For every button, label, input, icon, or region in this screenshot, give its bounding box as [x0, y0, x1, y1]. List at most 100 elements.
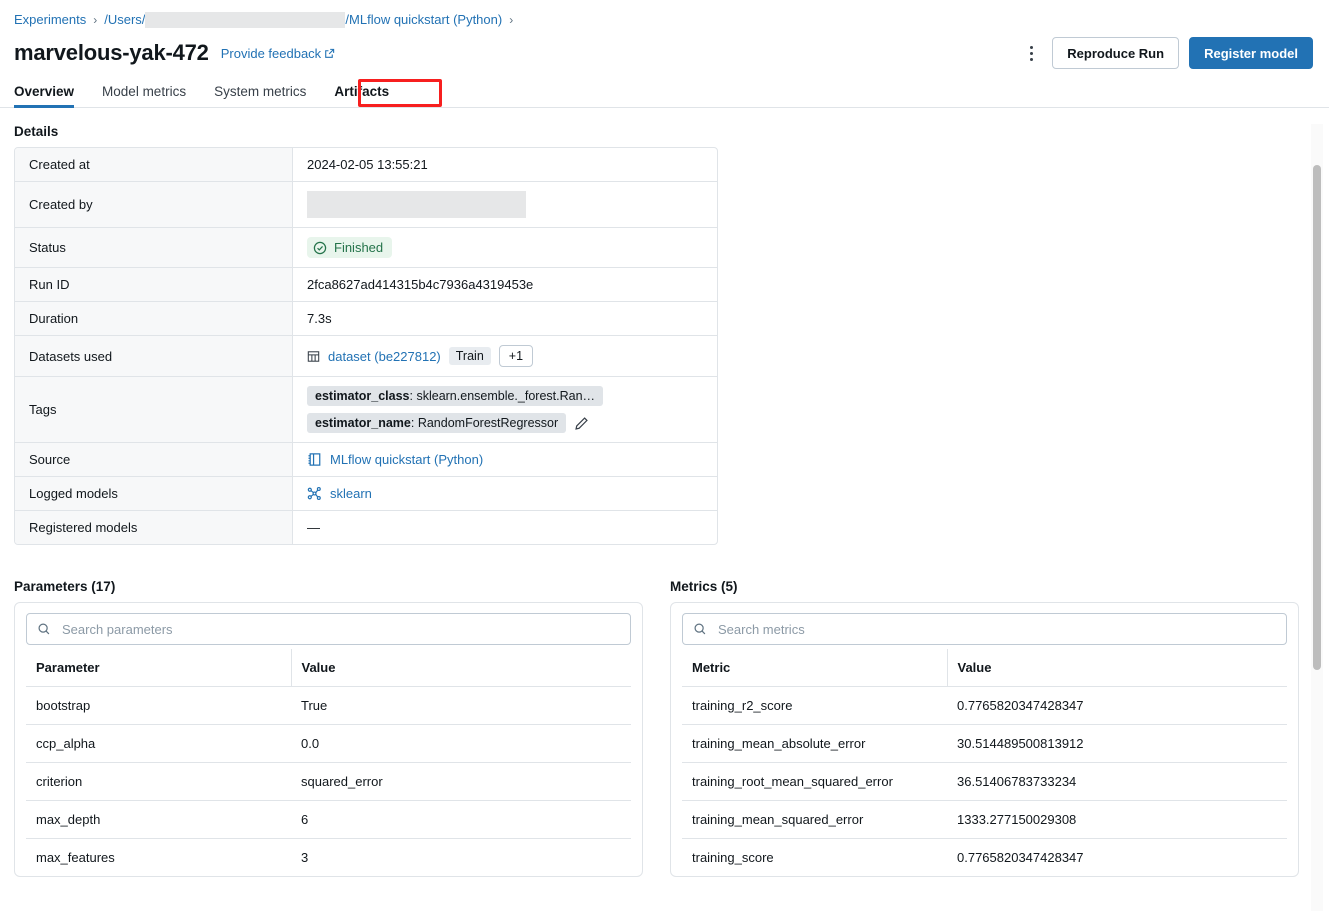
page-title: marvelous-yak-472: [14, 40, 209, 65]
tag-row-estimator-name: estimator_name: RandomForestRegressor: [307, 413, 703, 433]
details-label-created-at: Created at: [15, 148, 293, 182]
details-label-datasets: Datasets used: [15, 336, 293, 377]
parameters-search-box[interactable]: [26, 613, 631, 645]
parameter-value: 0.0: [291, 724, 631, 763]
table-row: Logged models sklearn: [15, 477, 717, 511]
redacted-user-block: [307, 191, 526, 218]
parameters-header-row: Parameter Value: [26, 649, 631, 687]
metric-value: 0.7765820347428347: [947, 838, 1287, 876]
details-label-tags: Tags: [15, 377, 293, 443]
search-icon: [37, 622, 51, 636]
table-row: training_r2_score 0.7765820347428347: [682, 686, 1287, 725]
params-metrics-row: Parameters (17) Parameter Val: [14, 563, 1315, 877]
parameter-value: 6: [291, 800, 631, 839]
breadcrumb-path-suffix: /MLflow quickstart (Python): [345, 12, 503, 27]
metric-value: 30.514489500813912: [947, 724, 1287, 763]
table-row: Status Finished: [15, 228, 717, 268]
details-value-created-by: [293, 182, 717, 228]
run-overview-content: Details Created at 2024-02-05 13:55:21 C…: [0, 124, 1329, 877]
register-model-button[interactable]: Register model: [1189, 37, 1313, 69]
datasets-cell: dataset (be227812) Train +1: [307, 345, 703, 367]
table-grid-icon: [307, 350, 320, 363]
dataset-split-tag: Train: [448, 347, 491, 365]
parameter-name: criterion: [26, 762, 291, 801]
details-label-duration: Duration: [15, 302, 293, 336]
breadcrumb: Experiments › /Users/ /MLflow quickstart…: [0, 0, 1329, 30]
breadcrumb-experiment-path[interactable]: /Users/ /MLflow quickstart (Python): [104, 11, 502, 29]
tag-value: RandomForestRegressor: [417, 416, 559, 430]
metrics-header-row: Metric Value: [682, 649, 1287, 687]
metric-name-link[interactable]: training_mean_squared_error: [682, 800, 947, 839]
dataset-link[interactable]: dataset (be227812): [328, 349, 441, 364]
details-label-source: Source: [15, 443, 293, 477]
tab-artifacts[interactable]: Artifacts: [334, 84, 389, 107]
parameters-col-value: Value: [290, 649, 631, 687]
tab-model-metrics[interactable]: Model metrics: [102, 84, 186, 107]
tag-key: estimator_class: [315, 389, 410, 403]
tab-overview[interactable]: Overview: [14, 84, 75, 108]
metrics-col-metric: Metric: [682, 649, 947, 687]
breadcrumb-experiments-link[interactable]: Experiments: [14, 11, 86, 29]
dataset-more-button[interactable]: +1: [498, 345, 534, 367]
status-badge: Finished: [307, 237, 393, 258]
parameters-section-title: Parameters (17): [14, 579, 116, 594]
details-value-registered-models: —: [307, 520, 320, 535]
metric-value: 1333.277150029308: [947, 800, 1287, 839]
tag-chip[interactable]: estimator_name: RandomForestRegressor: [307, 413, 567, 433]
check-circle-icon: [313, 241, 327, 255]
page-scrollbar-track[interactable]: [1311, 124, 1323, 911]
metrics-table: Metric Value training_r2_score 0.7765820…: [682, 649, 1287, 876]
table-row: Created at 2024-02-05 13:55:21: [15, 148, 717, 182]
details-value-datasets: dataset (be227812) Train +1: [293, 336, 717, 377]
page-scrollbar-thumb[interactable]: [1313, 165, 1321, 670]
search-icon: [693, 622, 707, 636]
details-value-source: MLflow quickstart (Python): [293, 443, 717, 477]
details-label-created-by: Created by: [15, 182, 293, 228]
source-link[interactable]: MLflow quickstart (Python): [330, 452, 483, 467]
search-metrics-input[interactable]: [716, 620, 1276, 638]
more-options-icon[interactable]: [1016, 38, 1046, 68]
details-value-status: Finished: [293, 228, 717, 268]
details-label-status: Status: [15, 228, 293, 268]
table-row: Tags estimator_class: sklearn.ensemble._…: [15, 377, 717, 443]
metric-name-link[interactable]: training_mean_absolute_error: [682, 724, 947, 763]
edit-pencil-icon[interactable]: [574, 416, 589, 431]
table-row: training_root_mean_squared_error 36.5140…: [682, 762, 1287, 801]
table-row: Run ID 2fca8627ad414315b4c7936a4319453e: [15, 268, 717, 302]
metric-value: 36.51406783733234: [947, 762, 1287, 801]
tab-system-metrics[interactable]: System metrics: [214, 84, 306, 107]
parameters-column: Parameters (17) Parameter Val: [14, 563, 643, 877]
search-parameters-input[interactable]: [60, 620, 620, 638]
model-icon: [307, 486, 322, 501]
reproduce-run-button[interactable]: Reproduce Run: [1052, 37, 1180, 69]
parameter-value: squared_error: [291, 762, 631, 801]
metric-value: 0.7765820347428347: [947, 686, 1287, 725]
metrics-section-title: Metrics (5): [670, 579, 738, 594]
tag-key: estimator_name: [315, 416, 411, 430]
metrics-search-box[interactable]: [682, 613, 1287, 645]
tag-row-estimator-class: estimator_class: sklearn.ensemble._fores…: [307, 386, 703, 406]
table-row: training_mean_squared_error 1333.2771500…: [682, 800, 1287, 839]
logged-model-link[interactable]: sklearn: [330, 486, 372, 501]
metrics-col-value: Value: [946, 649, 1287, 687]
details-value-tags: estimator_class: sklearn.ensemble._fores…: [293, 377, 717, 443]
breadcrumb-redacted-user: [145, 12, 346, 28]
metric-name-link[interactable]: training_r2_score: [682, 686, 947, 725]
tag-chip[interactable]: estimator_class: sklearn.ensemble._fores…: [307, 386, 604, 406]
notebook-icon: [307, 452, 322, 467]
kebab-dot-3: [1029, 57, 1033, 61]
run-header: marvelous-yak-472 Provide feedback Repro…: [0, 30, 1329, 76]
parameters-card: Parameter Value bootstrap True ccp_alpha…: [14, 602, 643, 877]
table-row: max_features 3: [26, 838, 631, 876]
kebab-dot-2: [1029, 51, 1033, 55]
metric-name-link[interactable]: training_root_mean_squared_error: [682, 762, 947, 801]
external-link-icon: [324, 48, 335, 59]
tab-bar: Overview Model metrics System metrics Ar…: [0, 76, 1329, 108]
metric-name-link[interactable]: training_score: [682, 838, 947, 876]
parameter-name: ccp_alpha: [26, 724, 291, 763]
details-table: Created at 2024-02-05 13:55:21 Created b…: [14, 147, 718, 545]
provide-feedback-link[interactable]: Provide feedback: [221, 46, 335, 61]
details-value-created-at: 2024-02-05 13:55:21: [293, 148, 717, 182]
table-row: Registered models —: [15, 511, 717, 544]
metrics-card: Metric Value training_r2_score 0.7765820…: [670, 602, 1299, 877]
